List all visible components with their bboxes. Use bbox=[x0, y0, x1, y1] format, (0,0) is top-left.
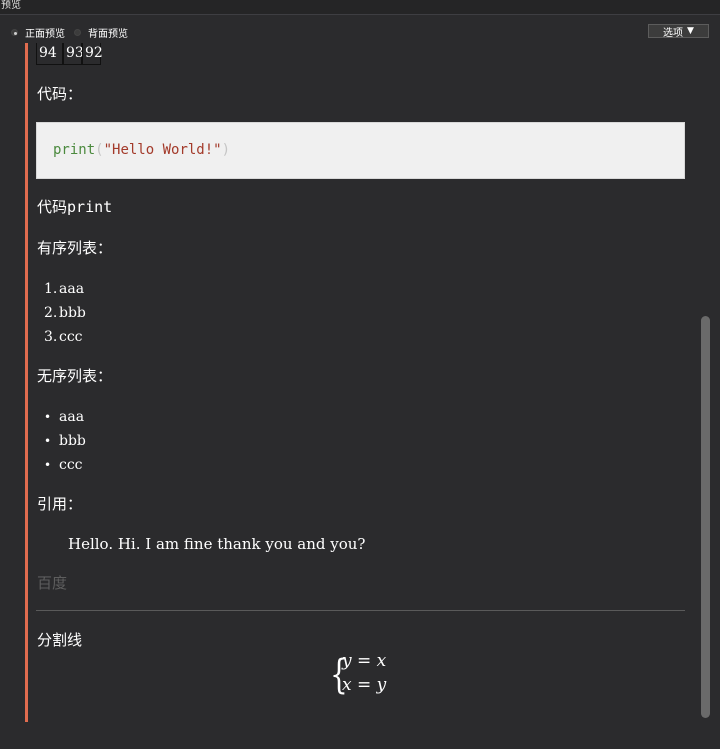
front-preview-label: 正面预览 bbox=[25, 29, 65, 40]
window-title: 预览 bbox=[1, 0, 21, 11]
code-heading: 代码： bbox=[37, 85, 83, 103]
unordered-list: • aaa • bbb • ccc bbox=[44, 407, 86, 479]
bullet-icon: • bbox=[44, 434, 52, 448]
radio-dot[interactable] bbox=[74, 29, 81, 36]
preview-toolbar: 正面预览 背面预览 选项 ▼ bbox=[0, 15, 720, 43]
card-accent-bar bbox=[25, 43, 28, 722]
list-item-text: bbb bbox=[59, 305, 86, 321]
table-cell: 92 bbox=[82, 43, 103, 65]
table-cell: 94 bbox=[36, 43, 63, 65]
app-window: 预览 正面预览 背面预览 选项 ▼ 94 93 92 代码： print("He… bbox=[0, 0, 720, 749]
code-keyword: print bbox=[53, 142, 96, 158]
back-preview-label: 背面预览 bbox=[88, 29, 128, 40]
title-bar: 预览 bbox=[0, 0, 720, 15]
list-item: 1. aaa bbox=[44, 279, 86, 303]
chevron-down-icon: ▼ bbox=[687, 26, 694, 36]
list-marker: 3. bbox=[44, 329, 58, 345]
math-line: y = x bbox=[342, 651, 387, 671]
radio-dot-checked[interactable] bbox=[11, 29, 18, 36]
table-row: 94 93 92 bbox=[36, 43, 103, 65]
options-button[interactable]: 选项 ▼ bbox=[648, 24, 709, 39]
inline-code-paragraph: 代码print bbox=[37, 197, 112, 217]
baidu-link[interactable]: 百度 bbox=[37, 573, 67, 593]
list-item: • aaa bbox=[44, 407, 86, 431]
code-string: "Hello World!" bbox=[103, 142, 222, 158]
ordered-list-heading: 有序列表： bbox=[37, 239, 113, 257]
scrollbar-thumb[interactable] bbox=[701, 316, 710, 718]
list-item: 2. bbb bbox=[44, 303, 86, 327]
preview-pane: 94 93 92 代码： print("Hello World!") 代码pri… bbox=[0, 43, 720, 749]
list-item-text: bbb bbox=[59, 433, 86, 449]
front-preview-radio[interactable]: 正面预览 bbox=[11, 25, 65, 40]
math-line: x = y bbox=[342, 675, 387, 695]
vertical-scrollbar[interactable] bbox=[700, 43, 712, 725]
divider-heading: 分割线 bbox=[37, 631, 83, 649]
list-item-text: ccc bbox=[59, 457, 83, 473]
list-marker: 1. bbox=[44, 281, 58, 297]
unordered-list-heading: 无序列表： bbox=[37, 367, 113, 385]
table-cell: 93 bbox=[63, 43, 84, 65]
list-item: • ccc bbox=[44, 455, 86, 479]
back-preview-radio[interactable]: 背面预览 bbox=[74, 25, 128, 40]
inline-code-prefix: 代码 bbox=[37, 198, 68, 216]
list-item: 3. ccc bbox=[44, 327, 86, 351]
bullet-icon: • bbox=[44, 410, 52, 424]
code-paren-close: ) bbox=[221, 142, 231, 158]
options-label: 选项 bbox=[663, 27, 684, 39]
blockquote: Hello. Hi. I am fine thank you and you? bbox=[68, 535, 366, 553]
code-block: print("Hello World!") bbox=[36, 122, 685, 179]
code-paren-open: ( bbox=[95, 142, 104, 158]
horizontal-divider bbox=[36, 610, 685, 611]
list-item-text: aaa bbox=[59, 409, 85, 425]
math-equation-system: { y = x x = y bbox=[330, 649, 410, 705]
inline-code: print bbox=[67, 198, 113, 216]
list-marker: 2. bbox=[44, 305, 58, 321]
list-item: • bbb bbox=[44, 431, 86, 455]
list-item-text: ccc bbox=[59, 329, 83, 345]
list-item-text: aaa bbox=[59, 281, 85, 297]
bullet-icon: • bbox=[44, 458, 52, 472]
ordered-list: 1. aaa 2. bbb 3. ccc bbox=[44, 279, 86, 351]
quote-heading: 引用： bbox=[37, 495, 83, 513]
